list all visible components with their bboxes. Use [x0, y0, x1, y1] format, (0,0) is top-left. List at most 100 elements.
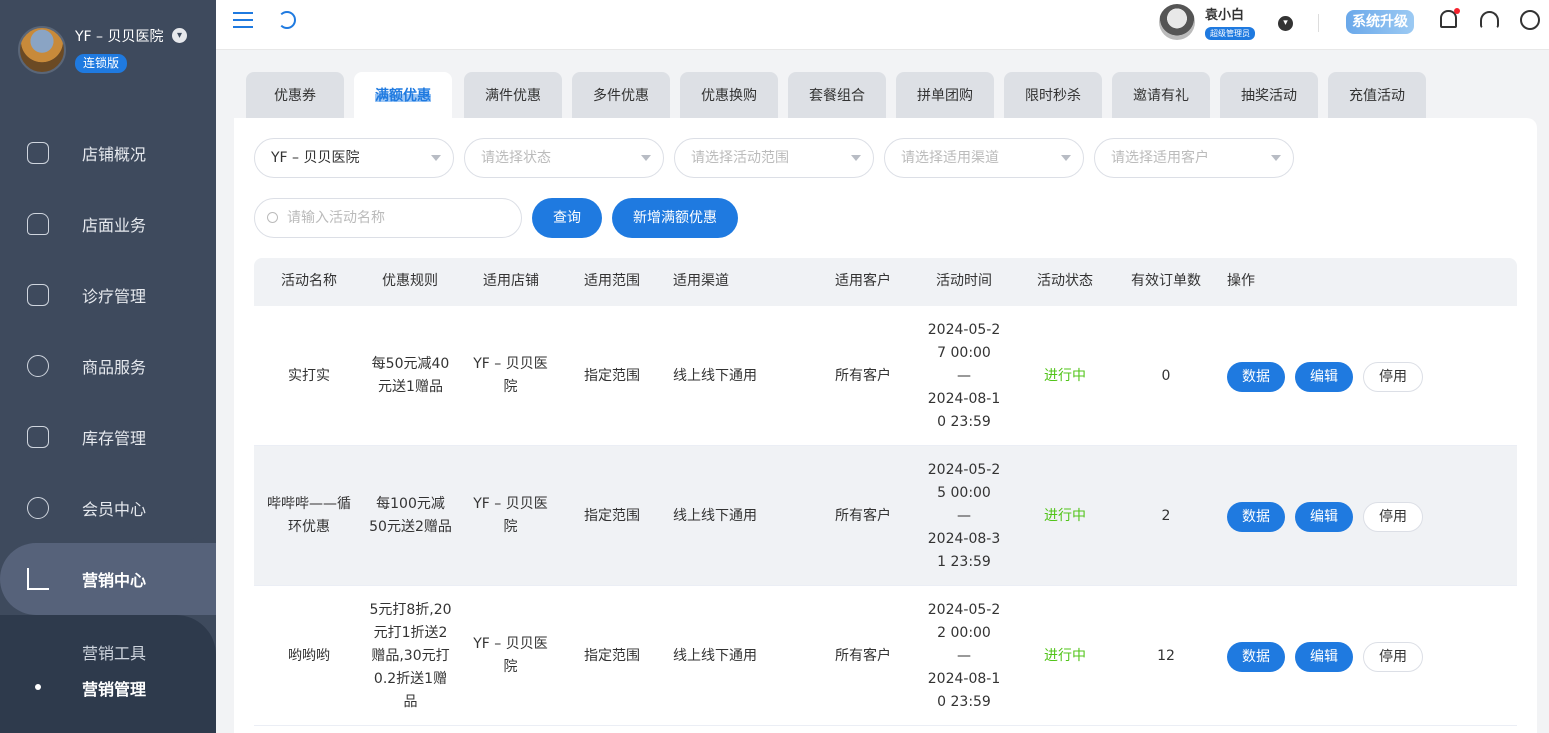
cell-scope: 指定范围 [584, 647, 640, 664]
disable-button[interactable]: 停用 [1363, 362, 1423, 392]
medical-kit-icon [27, 284, 49, 306]
sidebar-item-inventory[interactable]: 库存管理 [0, 408, 216, 466]
tab-group-buy[interactable]: 拼单团购 [896, 72, 994, 118]
tab-recharge[interactable]: 充值活动 [1328, 72, 1426, 118]
status-badge: 进行中 [1044, 507, 1086, 524]
status-select[interactable]: 请选择状态 [464, 138, 664, 178]
tab-coupon[interactable]: 优惠券 [246, 72, 344, 118]
home-icon [27, 213, 49, 235]
sidebar-item-label: 店铺概况 [82, 145, 147, 164]
store-select[interactable]: YF – 贝贝医院 [254, 138, 454, 178]
query-button[interactable]: 查询 [532, 198, 602, 238]
status-badge: 进行中 [1044, 647, 1086, 664]
chevron-down-icon[interactable]: ▾ [172, 28, 187, 43]
caret-down-icon [1061, 155, 1071, 161]
channel-select-placeholder: 请选择适用渠道 [901, 150, 999, 166]
disable-button[interactable]: 停用 [1363, 502, 1423, 532]
clock-icon[interactable] [1520, 10, 1540, 30]
cell-orders: 0 [1161, 367, 1171, 384]
sidebar-item-marketing[interactable]: 营销中心 [0, 550, 216, 608]
search-icon [267, 212, 278, 223]
caret-down-icon [431, 155, 441, 161]
search-placeholder: 请输入活动名称 [287, 210, 385, 226]
status-select-placeholder: 请选择状态 [481, 150, 551, 166]
cell-customer: 所有客户 [835, 507, 891, 524]
sidebar-item-label: 诊疗管理 [82, 287, 147, 306]
col-header-rule: 优惠规则 [382, 273, 438, 289]
customer-select[interactable]: 请选择适用客户 [1094, 138, 1294, 178]
scope-select[interactable]: 请选择活动范围 [674, 138, 874, 178]
chevron-down-icon[interactable]: ▾ [1278, 16, 1293, 31]
edit-button[interactable]: 编辑 [1295, 362, 1353, 392]
tab-lottery[interactable]: 抽奖活动 [1220, 72, 1318, 118]
store-avatar[interactable] [18, 26, 66, 74]
sidebar-item-overview[interactable]: 店铺概况 [0, 124, 216, 182]
menu-toggle-icon[interactable] [233, 12, 253, 28]
edit-button[interactable]: 编辑 [1295, 642, 1353, 672]
content-card: YF – 贝贝医院 请选择状态 请选择活动范围 请选择适用渠道 请选择适用客户 … [234, 118, 1537, 733]
cell-scope: 指定范围 [584, 367, 640, 384]
submenu-item-marketing-manage[interactable]: 营销管理 [82, 676, 146, 700]
sidebar: YF – 贝贝医院 ▾ 连锁版 店铺概况 店面业务 诊疗管理 商品服务 库存管理… [0, 0, 216, 733]
col-header-orders: 有效订单数 [1131, 273, 1201, 289]
tab-flash-sale[interactable]: 限时秒杀 [1004, 72, 1102, 118]
sidebar-item-label: 店面业务 [82, 216, 147, 235]
cell-time: 2024-05-2 7 00:00—2024-08-1 0 23:59 [927, 321, 1001, 430]
tab-invite-gift[interactable]: 邀请有礼 [1112, 72, 1210, 118]
tab-package-combo[interactable]: 套餐组合 [788, 72, 886, 118]
cell-rule: 5元打8折,20元打1折送2赠品,30元打0.2折送1赠品 [369, 601, 452, 710]
cell-rule: 每50元减40元送1赠品 [371, 356, 450, 395]
data-button[interactable]: 数据 [1227, 502, 1285, 532]
table-header: 活动名称 优惠规则 适用店铺 适用范围 适用渠道 适用客户 活动时间 活动状态 … [254, 258, 1517, 306]
col-header-customer: 适用客户 [835, 273, 891, 289]
cell-store: YF – 贝贝医院 [473, 636, 548, 675]
notification-dot [1454, 8, 1460, 14]
sidebar-item-label: 商品服务 [82, 358, 147, 377]
search-input[interactable]: 请输入活动名称 [254, 198, 522, 238]
status-badge: 进行中 [1044, 367, 1086, 384]
cell-store: YF – 贝贝医院 [473, 496, 548, 535]
tab-full-piece-discount[interactable]: 满件优惠 [464, 72, 562, 118]
cell-time: 2024-05-2 5 00:00—2024-08-3 1 23:59 [927, 461, 1001, 570]
table-row: 实打实 每50元减40元送1赠品 YF – 贝贝医院 指定范围 线上线下通用 所… [254, 306, 1517, 446]
cell-time: 2024-05-2 2 00:00—2024-08-1 0 23:59 [927, 601, 1001, 710]
caret-down-icon [1271, 155, 1281, 161]
cell-scope: 指定范围 [584, 507, 640, 524]
data-button[interactable]: 数据 [1227, 642, 1285, 672]
avatar[interactable] [1159, 4, 1195, 40]
submenu-item-marketing-tools[interactable]: 营销工具 [82, 640, 146, 664]
edit-button[interactable]: 编辑 [1295, 502, 1353, 532]
refresh-icon[interactable] [278, 11, 296, 29]
data-button[interactable]: 数据 [1227, 362, 1285, 392]
store-name[interactable]: YF – 贝贝医院 [75, 26, 164, 46]
sidebar-item-label: 库存管理 [82, 429, 147, 448]
sidebar-item-store-business[interactable]: 店面业务 [0, 195, 216, 253]
headset-icon[interactable] [1480, 11, 1499, 29]
channel-select[interactable]: 请选择适用渠道 [884, 138, 1084, 178]
sidebar-item-treatment[interactable]: 诊疗管理 [0, 266, 216, 324]
sidebar-item-member[interactable]: 会员中心 [0, 479, 216, 537]
customer-select-placeholder: 请选择适用客户 [1111, 150, 1209, 166]
inventory-box-icon [27, 426, 49, 448]
add-full-amount-discount-button[interactable]: 新增满额优惠 [612, 198, 738, 238]
col-header-name: 活动名称 [281, 273, 337, 289]
current-dot [35, 684, 41, 690]
cell-name: 实打实 [288, 367, 330, 384]
tab-multi-piece-discount[interactable]: 多件优惠 [572, 72, 670, 118]
col-header-status: 活动状态 [1037, 273, 1093, 289]
cell-orders: 2 [1161, 507, 1171, 524]
col-header-channel: 适用渠道 [673, 273, 729, 289]
tab-full-amount-discount[interactable]: 满额优惠 [354, 72, 452, 120]
cell-orders: 12 [1157, 647, 1175, 664]
cell-customer: 所有客户 [835, 647, 891, 664]
user-name: 袁小白 [1205, 8, 1245, 23]
upgrade-button[interactable]: 系统升级 [1346, 10, 1414, 34]
divider [1318, 14, 1319, 32]
sidebar-item-goods[interactable]: 商品服务 [0, 337, 216, 395]
tab-exchange-purchase[interactable]: 优惠换购 [680, 72, 778, 118]
table-row: 哔哔哔——循环优惠 每100元减50元送2赠品 YF – 贝贝医院 指定范围 线… [254, 446, 1517, 586]
edition-badge: 连锁版 [75, 54, 128, 73]
disable-button[interactable]: 停用 [1363, 642, 1423, 672]
sidebar-header: YF – 贝贝医院 ▾ 连锁版 [0, 0, 216, 118]
member-icon [27, 497, 49, 519]
